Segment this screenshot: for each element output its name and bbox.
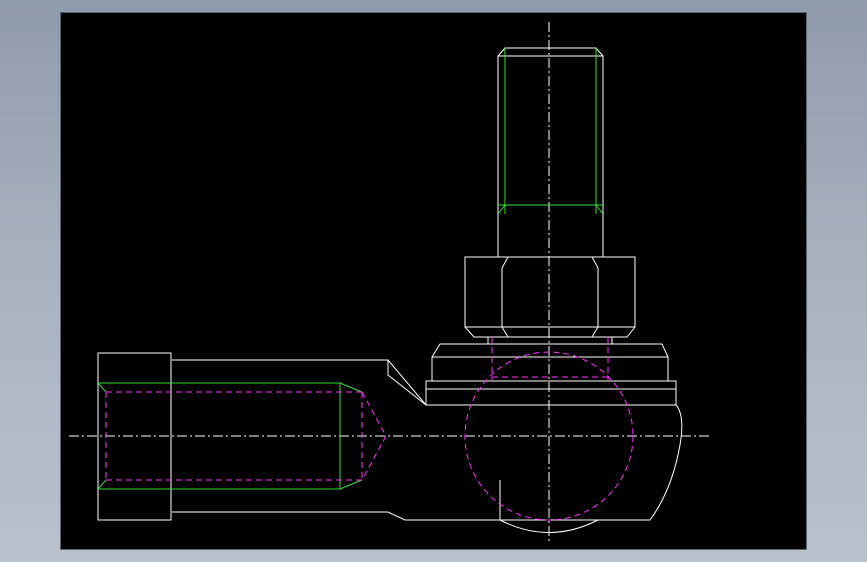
- stud-neck: [487, 337, 613, 344]
- technical-drawing: [69, 22, 712, 541]
- rod-end-body: [172, 359, 500, 521]
- ball-housing: [464, 351, 683, 533]
- threaded-stud: [497, 47, 604, 257]
- center-lines: [69, 22, 712, 541]
- flange-collar: [425, 337, 677, 406]
- hex-nut: [464, 256, 636, 338]
